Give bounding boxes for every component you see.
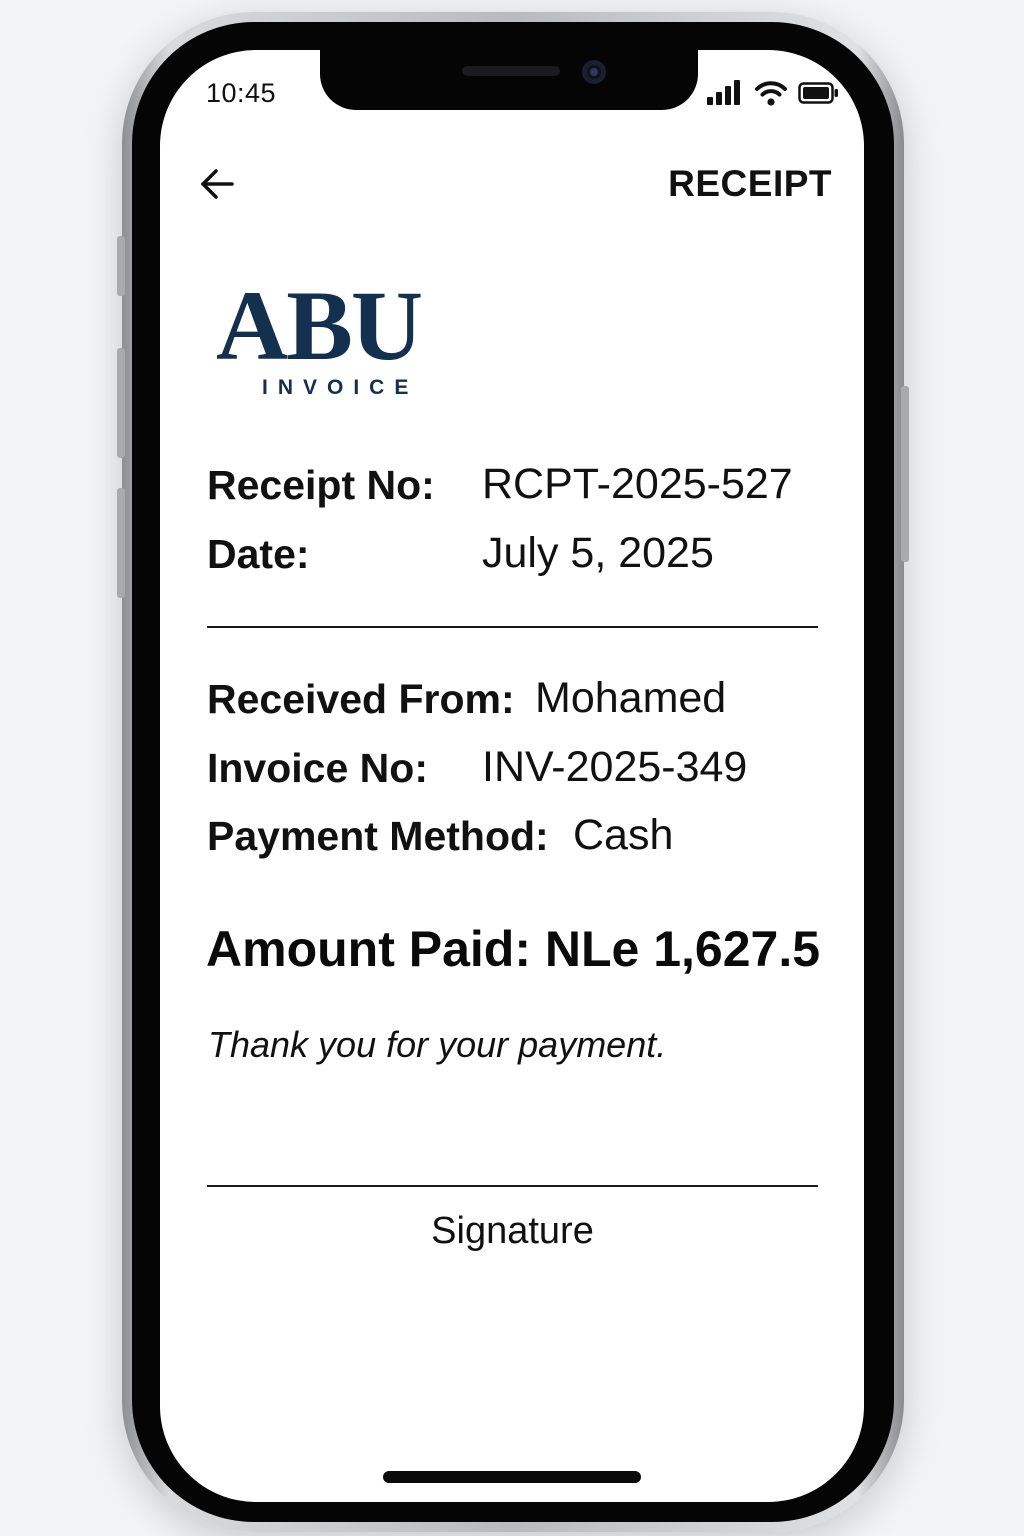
receipt-no-value: RCPT-2025-527 xyxy=(482,460,793,508)
status-time: 10:45 xyxy=(206,78,277,108)
signal-icon xyxy=(707,80,740,105)
date-value: July 5, 2025 xyxy=(482,529,714,577)
back-button[interactable] xyxy=(196,162,240,206)
date-label: Date: xyxy=(207,531,310,577)
silent-switch xyxy=(117,236,125,296)
company-logo: ABU INVOICE xyxy=(216,276,472,406)
payment-method-value: Cash xyxy=(573,811,674,859)
received-from-value: Mohamed xyxy=(535,674,727,722)
status-icons xyxy=(706,78,838,108)
invoice-no-value: INV-2025-349 xyxy=(482,743,748,791)
speaker-grille xyxy=(462,66,560,76)
signature-label: Signature xyxy=(431,1210,594,1252)
front-camera xyxy=(582,60,606,84)
signature-line xyxy=(207,1185,818,1187)
logo-mark: ABU xyxy=(216,270,423,381)
home-indicator[interactable] xyxy=(383,1471,641,1483)
receipt-no-label: Receipt No: xyxy=(207,462,435,508)
logo-subtitle: INVOICE xyxy=(262,376,419,399)
thank-you-message: Thank you for your payment. xyxy=(208,1024,667,1065)
section-divider xyxy=(207,626,818,628)
notch xyxy=(320,50,698,110)
page-title: RECEIPT xyxy=(668,163,832,204)
payment-method-label: Payment Method: xyxy=(207,813,549,859)
arrow-left-icon xyxy=(201,169,234,199)
volume-down-button xyxy=(117,488,125,598)
invoice-no-label: Invoice No: xyxy=(207,745,428,791)
battery-icon xyxy=(798,82,838,104)
amount-paid: Amount Paid: NLe 1,627.5 xyxy=(206,921,821,977)
power-button xyxy=(901,386,909,562)
volume-up-button xyxy=(117,348,125,458)
received-from-label: Received From: xyxy=(207,676,515,722)
wifi-icon xyxy=(755,81,787,106)
